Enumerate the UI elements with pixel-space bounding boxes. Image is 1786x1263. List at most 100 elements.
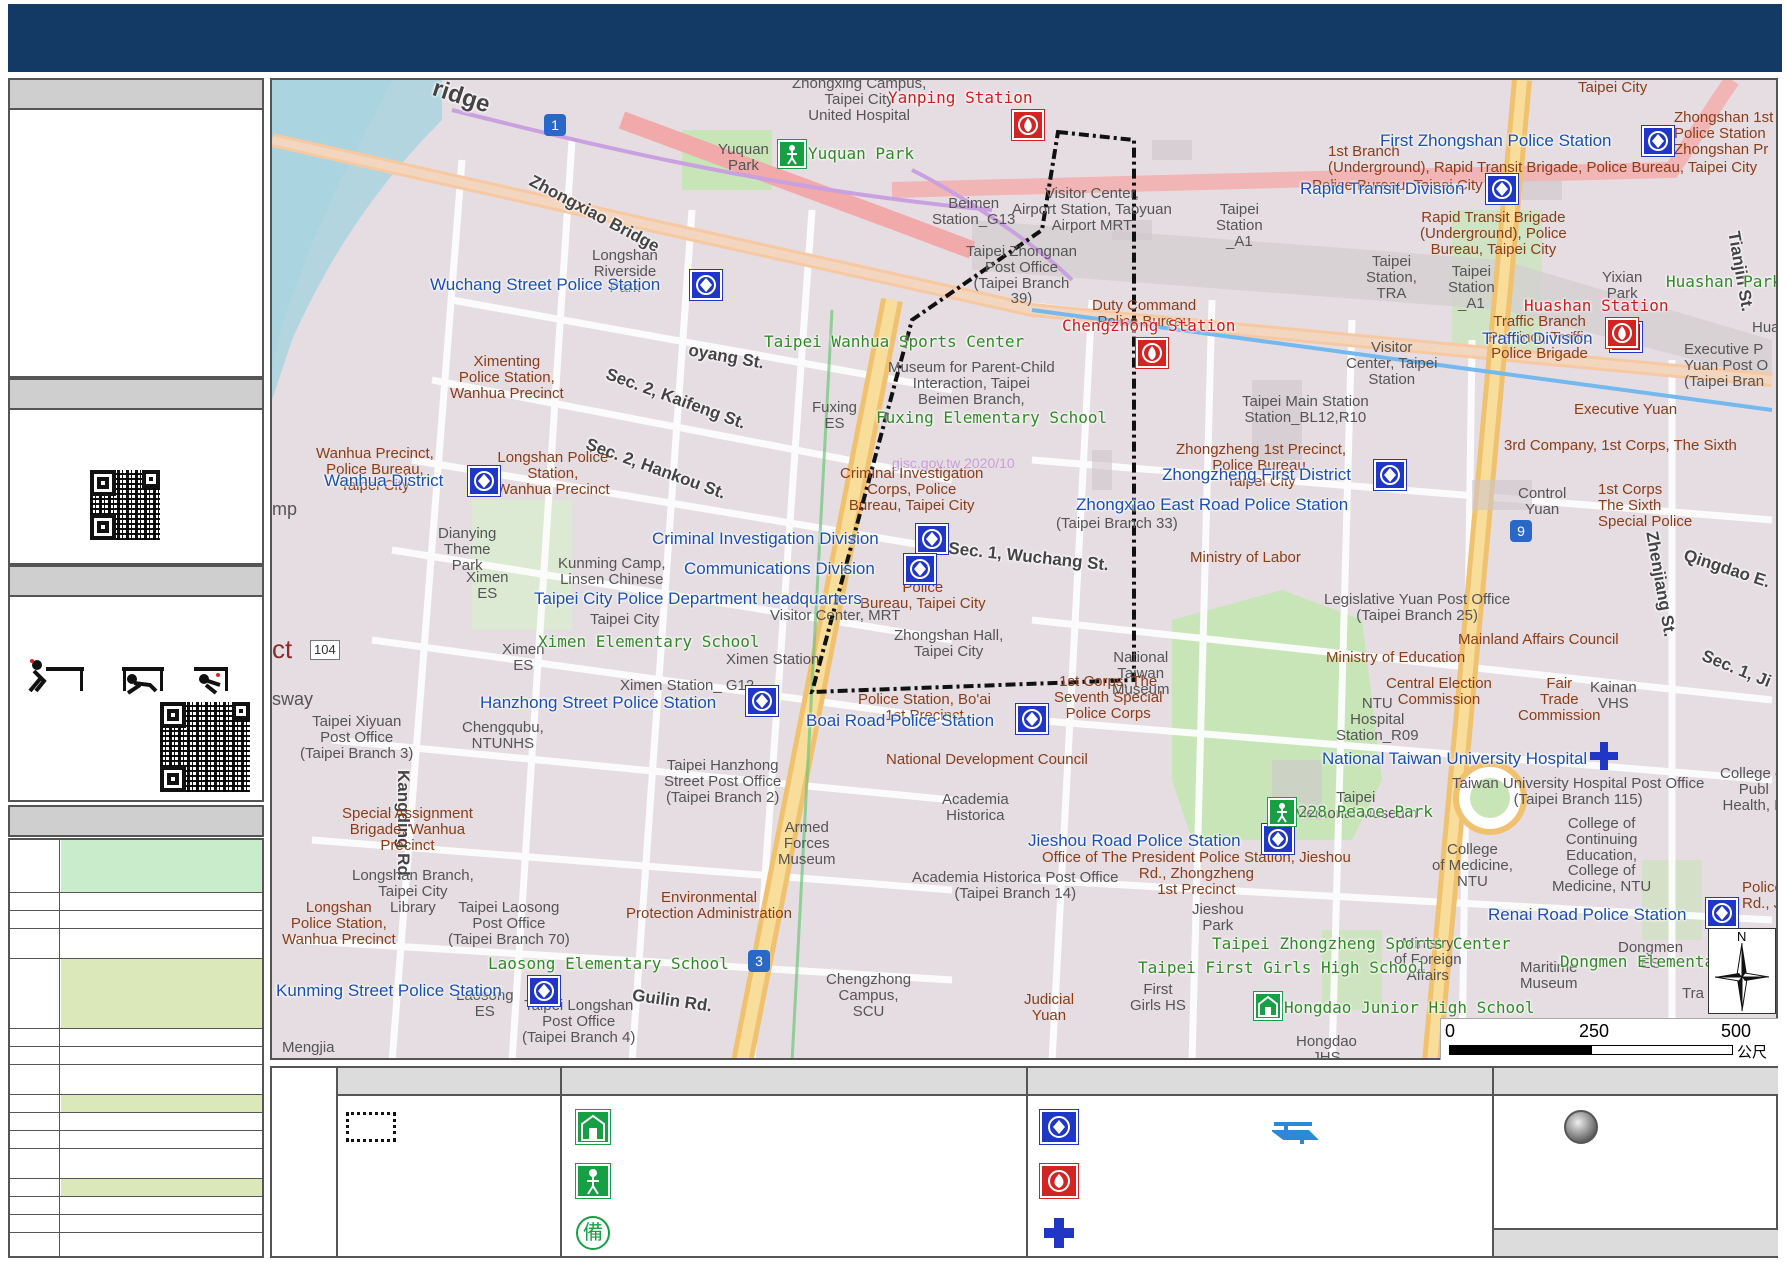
poi-label: Judicial Yuan [1024, 991, 1075, 1024]
park-shelter-icon [575, 1163, 611, 1199]
police-station-icon[interactable] [745, 685, 779, 717]
table-row [10, 1028, 262, 1046]
school-shelter-icon [575, 1109, 611, 1145]
fire-station-icon[interactable] [1135, 337, 1169, 369]
poi-label: Kunming Camp, Linsen Chinese [558, 555, 666, 588]
table-row [10, 1196, 262, 1214]
poi-label: Longshan Police Station, Wanhua Precinct [282, 899, 396, 948]
poi-label: Mainland Affairs Council [1458, 631, 1619, 648]
drop-icon [28, 659, 84, 693]
police-station-icon[interactable] [1015, 703, 1049, 735]
shelter-label: Yuquan Park [808, 144, 914, 163]
map-view[interactable]: ridge Zhongxiao Bridge Sec. 2, Kaifeng S… [270, 78, 1778, 1060]
poi-label: Visitor Center, Taipei Station [1346, 339, 1438, 388]
table-row [10, 1214, 262, 1232]
school-shelter-icon[interactable] [1253, 991, 1283, 1021]
police-label: Wanhua District [324, 471, 444, 490]
police-station-icon [1039, 1109, 1079, 1145]
table-row [10, 928, 262, 958]
qr-panel-header [8, 378, 264, 410]
poi-label: Taipei City [1578, 79, 1648, 96]
poi-label: Tra [1682, 985, 1704, 1002]
poi-label: PoliceRd., J [1742, 879, 1778, 912]
police-label: Rapid Transit Division [1300, 179, 1465, 198]
scale-segment [1449, 1045, 1591, 1055]
qr-code [90, 470, 160, 540]
scale-tick: 500 [1721, 1021, 1752, 1041]
table-row [10, 910, 262, 928]
poi-label: Fair Trade Commission [1518, 675, 1601, 724]
legend-title-cell [272, 1068, 338, 1256]
police-label: Zhongzheng First District [1162, 465, 1351, 484]
table-row [10, 1094, 262, 1112]
police-station-icon[interactable] [1641, 125, 1675, 157]
fire-station-icon[interactable] [1605, 317, 1639, 349]
police-label: Hanzhong Street Police Station [480, 693, 717, 712]
poi-label: Chengzhong Campus, SCU [826, 971, 912, 1020]
scale-tick: 250 [1579, 1021, 1610, 1041]
poi-label: Taipei Main Station Station_BL12,R10 [1242, 393, 1369, 426]
police-station-icon[interactable] [527, 975, 561, 1007]
poi-label: Ximenting Police Station, Wanhua Precinct [450, 353, 564, 402]
north-arrow: N [1708, 928, 1776, 1014]
assembly-point-icon [1564, 1110, 1598, 1144]
police-station-icon[interactable] [1705, 897, 1739, 929]
poi-label: Taipei Station, TRA [1366, 253, 1417, 302]
police-label: Renai Road Police Station [1488, 905, 1687, 924]
police-station-icon[interactable] [1261, 823, 1295, 855]
poi-label: 1st Corps The Sixth Special Police [1598, 481, 1693, 530]
police-label: Criminal Investigation Division [652, 529, 879, 548]
park-shelter-icon[interactable] [1267, 797, 1297, 827]
legend-column [338, 1068, 562, 1256]
police-label: Communications Division [684, 559, 875, 578]
route-shield: 3 [748, 950, 770, 972]
table-row [10, 1232, 262, 1256]
drill-qr-code [160, 702, 250, 792]
poi-label: National Development Council [886, 751, 1088, 768]
poi-label: Dianying Theme Park [438, 525, 497, 574]
poi-label: College of Continuing Education, College of… [1552, 815, 1652, 895]
police-station-icon[interactable] [1373, 459, 1407, 491]
poi-label: (Taipei Branch 33) [1056, 515, 1178, 532]
poi-label: Zhongshan Hall, Taipei City [894, 627, 1004, 660]
table-row [10, 1130, 262, 1148]
map-edge-label: ct [272, 634, 293, 664]
fire-station-label: Chengzhong Station [1062, 316, 1236, 335]
poi-label: Criminal Investigation Corps, Police Burea… [840, 465, 984, 514]
shelter-label: Taipei Zhongzheng Sports Center [1212, 934, 1511, 953]
poi-label: Special Assignment Brigade, Wanhua Precinc… [342, 805, 473, 854]
police-station-icon[interactable] [903, 553, 937, 585]
poi-label: 1st Corps, The Seventh Special Police Corp… [1054, 673, 1163, 722]
police-station-icon[interactable] [1485, 173, 1519, 205]
park-shelter-icon[interactable] [777, 139, 807, 169]
poi-label: Ministry of Labor [1190, 549, 1301, 566]
poi-label: Visitor Center, MRT [770, 607, 901, 624]
watermark: gisc.gov.tw 2020/10 [892, 455, 1015, 471]
poi-label: Legislative Yuan Post Office (Taipei Bran… [1324, 591, 1511, 624]
police-station-icon[interactable] [915, 523, 949, 555]
fire-station-icon [1039, 1163, 1079, 1199]
poi-label: Taipei Station _A1 [1216, 201, 1263, 250]
poi-label: Taipei Xiyuan Post Office (Taipei Branch 3… [300, 713, 414, 762]
poi-label: 3rd Company, 1st Corps, The Sixth [1504, 437, 1737, 454]
poi-label: Hongdao JHS [1296, 1033, 1357, 1060]
police-station-icon[interactable] [689, 269, 723, 301]
map-edge-label: sway [272, 689, 314, 709]
police-label: Boai Road Police Station [806, 711, 995, 730]
table-row [10, 958, 262, 1028]
police-label: Kunming Street Police Station [276, 981, 502, 1000]
police-station-icon[interactable] [467, 465, 501, 497]
police-label: Jieshou Road Police Station [1028, 831, 1241, 850]
info-panel-header [8, 78, 264, 110]
boundary-swatch [346, 1112, 396, 1142]
table-row [10, 892, 262, 910]
shelter-label: Huashan Park [1666, 272, 1778, 291]
route-shield: 1 [544, 114, 566, 136]
fire-station-icon[interactable] [1011, 109, 1045, 141]
table-row [10, 1046, 262, 1064]
route-shield: 104 [310, 640, 340, 660]
scale-tick: 0 [1445, 1021, 1456, 1041]
poi-label: College ofPublHealth, N [1720, 765, 1776, 814]
poi-label: Central Election Commission [1386, 675, 1492, 708]
poi-label: Ximen ES [466, 569, 509, 602]
